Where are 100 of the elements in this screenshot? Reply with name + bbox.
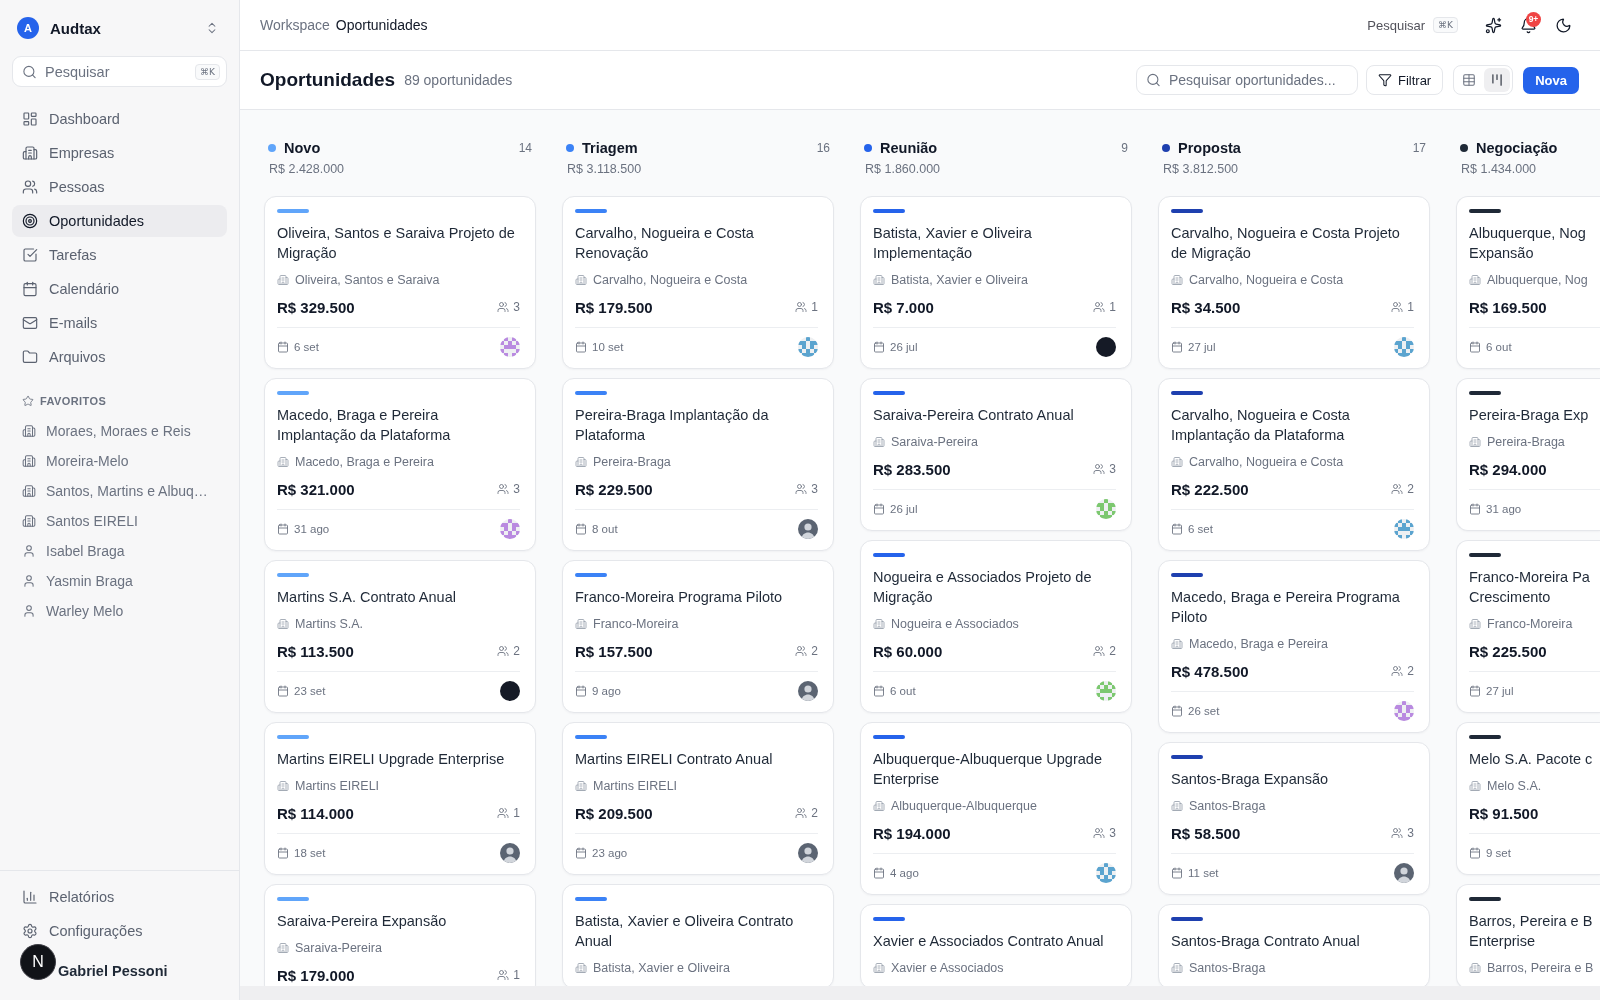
calendar-icon — [1469, 685, 1481, 697]
board-view-button[interactable] — [1484, 68, 1511, 92]
mail-icon — [22, 315, 38, 331]
opportunity-card[interactable]: Batista, Xavier e Oliveira Contrato Anual Batista, Xavier e Oliveira — [562, 884, 834, 986]
nav-item[interactable]: Arquivos — [12, 341, 227, 373]
favorite-item[interactable]: Moraes, Moraes e Reis — [12, 417, 227, 445]
filter-button[interactable]: Filtrar — [1366, 65, 1444, 95]
nav-item[interactable]: Calendário — [12, 273, 227, 305]
opportunity-card[interactable]: Pereira-Braga Exp Pereira-Braga R$ 294.000 31 ago — [1456, 378, 1600, 531]
section-title: FAVORITOS — [40, 395, 107, 407]
building-icon — [575, 780, 587, 792]
favorite-item[interactable]: Warley Melo — [12, 597, 227, 625]
target-icon — [22, 213, 38, 229]
users-icon — [795, 483, 808, 495]
horizontal-scrollbar[interactable] — [240, 986, 1600, 1000]
opportunity-card[interactable]: Saraiva-Pereira Expansão Saraiva-Pereira R$ 179.000 1 — [264, 884, 536, 986]
opportunity-card[interactable]: Carvalho, Nogueira e Costa Renovação Carvalho, Nogueira e Costa R$ 179.500 1 10 set — [562, 196, 834, 369]
nav-item[interactable]: Tarefas — [12, 239, 227, 271]
nav-item[interactable]: Empresas — [12, 137, 227, 169]
opportunity-card[interactable]: Saraiva-Pereira Contrato Anual Saraiva-Pereira R$ 283.500 3 26 jul — [860, 378, 1132, 531]
deal-amount: R$ 229.500 — [575, 480, 653, 498]
people-count: 2 — [1407, 482, 1414, 496]
new-button[interactable]: Nova — [1523, 66, 1579, 94]
calendar-icon — [277, 847, 289, 859]
people-count: 2 — [1407, 664, 1414, 678]
column-title: Reunião — [880, 140, 938, 156]
columns-icon — [1490, 73, 1505, 87]
opportunity-card[interactable]: Albuquerque, Nog Expansão Albuquerque, Nog R$ 169.500 6 out — [1456, 196, 1600, 369]
column-title: Novo — [284, 140, 321, 156]
due-date: 27 jul — [1188, 341, 1216, 353]
deal-amount: R$ 58.500 — [1171, 824, 1241, 842]
workspace-logo[interactable]: A — [17, 17, 39, 39]
opportunity-card[interactable]: Franco-Moreira Programa Piloto Franco-Moreira R$ 157.500 2 9 ago — [562, 560, 834, 713]
card-title: Santos-Braga Contrato Anual — [1171, 932, 1361, 951]
company-name: Martins S.A. — [295, 617, 364, 631]
nav-item[interactable]: Configurações — [12, 915, 227, 947]
favorite-item[interactable]: Yasmin Braga — [12, 567, 227, 595]
deal-amount: R$ 222.500 — [1171, 480, 1249, 498]
opportunity-card[interactable]: Franco-Moreira Pa Crescimento Franco-Moreira R$ 225.500 27 jul — [1456, 540, 1600, 713]
people-count: 1 — [811, 300, 818, 314]
opportunity-card[interactable]: Oliveira, Santos e Saraiva Projeto de Migração Oliveira, Santos e Saraiva R$ 329.500 3 6 set — [264, 196, 536, 369]
favorite-item[interactable]: Santos, Martins e Albuq… — [12, 477, 227, 505]
column-total: R$ 1.860.000 — [864, 161, 942, 178]
people-count: 2 — [811, 806, 818, 820]
opportunity-card[interactable]: Martins S.A. Contrato Anual Martins S.A. R$ 113.500 2 23 set — [264, 560, 536, 713]
deal-amount: R$ 194.000 — [873, 824, 951, 842]
building-icon — [873, 800, 885, 812]
card-count: 16 — [816, 141, 830, 155]
workspace-name[interactable]: Audtax — [50, 19, 101, 37]
opportunity-card[interactable]: Carvalho, Nogueira e Costa Implantação da Plataforma Carvalho, Nogueira e Costa R$ 222.500 2 6 set — [1158, 378, 1430, 551]
opportunity-card[interactable]: Nogueira e Associados Projeto de Migração Nogueira e Associados R$ 60.000 2 6 out — [860, 540, 1132, 713]
breadcrumb-link[interactable]: Workspace — [260, 17, 330, 33]
calendar-icon — [277, 523, 289, 535]
notifications-button[interactable]: 9+ — [1512, 9, 1544, 41]
opportunity-card[interactable]: Santos-Braga Expansão Santos-Braga R$ 58.500 3 11 set — [1158, 742, 1430, 895]
nav-item[interactable]: Dashboard — [12, 103, 227, 135]
column-title: Negociação — [1476, 140, 1558, 156]
dev-tools-badge[interactable]: N — [20, 944, 56, 980]
favorite-item[interactable]: Isabel Braga — [12, 537, 227, 565]
opportunity-card[interactable]: Xavier e Associados Contrato Anual Xavier e Associados — [860, 904, 1132, 986]
nav-item[interactable]: Oportunidades — [12, 205, 227, 237]
people-count: 3 — [1109, 826, 1116, 840]
opportunity-card[interactable]: Melo S.A. Pacote c Melo S.A. R$ 91.500 9 set — [1456, 722, 1600, 875]
building-icon — [277, 274, 289, 286]
opportunity-card[interactable]: Carvalho, Nogueira e Costa Projeto de Migração Carvalho, Nogueira e Costa R$ 34.500 1 27 jul — [1158, 196, 1430, 369]
favorite-item[interactable]: Moreira-Melo — [12, 447, 227, 475]
calendar-icon — [1171, 341, 1183, 353]
deal-amount: R$ 114.000 — [277, 804, 354, 822]
search-icon — [1146, 72, 1161, 88]
building-icon — [22, 424, 36, 438]
opportunity-card[interactable]: Batista, Xavier e Oliveira Implementação Batista, Xavier e Oliveira R$ 7.000 1 26 jul — [860, 196, 1132, 369]
opportunity-card[interactable]: Macedo, Braga e Pereira Programa Piloto Macedo, Braga e Pereira R$ 478.500 2 26 set — [1158, 560, 1430, 733]
deal-amount: R$ 225.500 — [1469, 642, 1547, 660]
due-date: 6 set — [294, 341, 319, 353]
nav-item[interactable]: Pessoas — [12, 171, 227, 203]
building-icon — [1469, 274, 1481, 286]
nav-item[interactable]: Relatórios — [12, 881, 227, 913]
opportunity-card[interactable]: Barros, Pereira e B Enterprise Barros, Pereira e B — [1456, 884, 1600, 986]
opportunity-card[interactable]: Martins EIRELI Upgrade Enterprise Martins EIRELI R$ 114.000 1 18 set — [264, 722, 536, 875]
nav-item[interactable]: E-mails — [12, 307, 227, 339]
company-name: Melo S.A. — [1487, 779, 1542, 793]
people-count: 3 — [513, 482, 520, 496]
search-field[interactable]: Pesquisar oportunidades... — [1136, 65, 1358, 95]
building-icon — [277, 618, 289, 630]
opportunity-card[interactable]: Macedo, Braga e Pereira Implantação da Plataforma Macedo, Braga e Pereira R$ 321.000 3 31 ago — [264, 378, 536, 551]
card-title: Franco-Moreira Pa Crescimento — [1469, 568, 1591, 607]
building-icon — [1469, 436, 1481, 448]
user-name[interactable]: Gabriel Pessoni — [58, 963, 168, 979]
opportunity-card[interactable]: Martins EIRELI Contrato Anual Martins EIRELI R$ 209.500 2 23 ago — [562, 722, 834, 875]
favorite-item[interactable]: Santos EIRELI — [12, 507, 227, 535]
opportunity-card[interactable]: Pereira-Braga Implantação da Plataforma Pereira-Braga R$ 229.500 3 8 out — [562, 378, 834, 551]
opportunity-card[interactable]: Albuquerque-Albuquerque Upgrade Enterprise Albuquerque-Albuquerque R$ 194.000 3 4 ago — [860, 722, 1132, 895]
search-button[interactable]: Pesquisar ⌘K — [1359, 9, 1466, 41]
building-icon — [1469, 780, 1481, 792]
opportunity-card[interactable]: Santos-Braga Contrato Anual Santos-Braga — [1158, 904, 1430, 986]
deal-amount: R$ 169.500 — [1469, 298, 1547, 316]
users-icon — [497, 969, 510, 981]
card-title: Saraiva-Pereira Expansão — [277, 912, 448, 931]
deal-amount: R$ 113.500 — [277, 642, 354, 660]
card-title: Macedo, Braga e Pereira Programa Piloto — [1171, 588, 1401, 627]
